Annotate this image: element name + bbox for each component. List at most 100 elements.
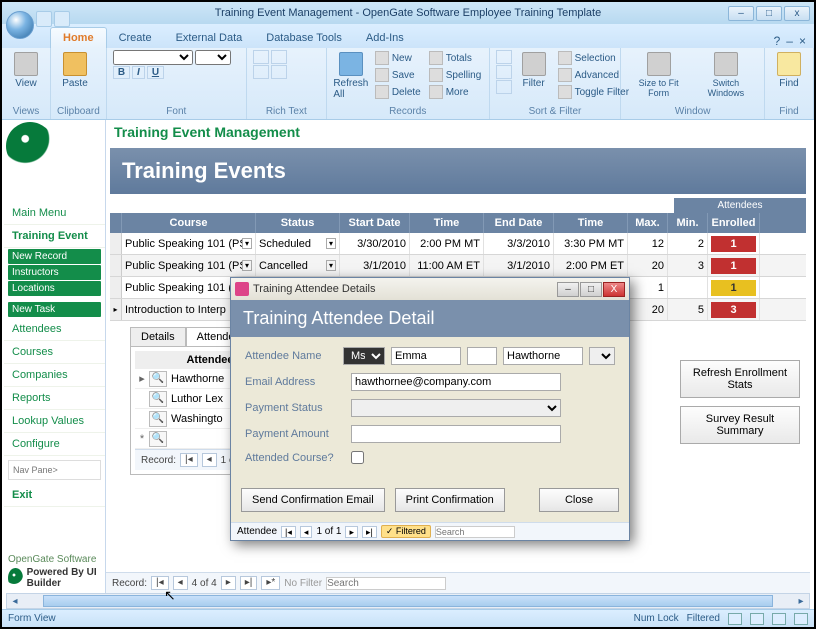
no-filter-indicator[interactable]: No Filter (284, 578, 322, 589)
italic-button[interactable]: I (132, 66, 145, 79)
numbering-icon[interactable] (271, 50, 287, 64)
nav-companies[interactable]: Companies (4, 364, 105, 387)
office-orb[interactable] (6, 11, 34, 39)
underline-button[interactable]: U (147, 66, 164, 79)
dialog-titlebar[interactable]: Training Attendee Details – □ X (231, 278, 629, 300)
font-size-select[interactable] (195, 50, 231, 65)
dropdown-icon[interactable]: ▾ (242, 238, 252, 249)
inner-close-icon[interactable]: × (799, 34, 806, 48)
subform-tab-details[interactable]: Details (130, 327, 186, 346)
filter-button[interactable]: Filter (516, 50, 552, 91)
more-button[interactable]: More (427, 84, 484, 100)
save-record-button[interactable]: Save (373, 67, 423, 83)
row-selector[interactable] (110, 277, 122, 298)
nav-training-event[interactable]: Training Event (4, 225, 105, 248)
ribbon-tab-addins[interactable]: Add-Ins (354, 28, 416, 48)
font-family-select[interactable] (113, 50, 193, 65)
row-selector[interactable] (110, 255, 122, 276)
table-row[interactable]: Public Speaking 101 (PS1▾ Cancelled▾ 3/1… (110, 255, 806, 277)
print-confirmation-button[interactable]: Print Confirmation (395, 488, 505, 512)
nav-action-locations[interactable]: Locations (8, 281, 101, 296)
send-confirmation-button[interactable]: Send Confirmation Email (241, 488, 385, 512)
record-search-input[interactable] (326, 577, 446, 590)
nav-reports[interactable]: Reports (4, 387, 105, 410)
dropdown-icon[interactable]: ▾ (326, 238, 336, 249)
sort-asc-icon[interactable] (496, 50, 512, 64)
row-selector[interactable]: ▸ (110, 299, 122, 320)
ribbon-tab-create[interactable]: Create (107, 28, 164, 48)
ribbon-minimize-icon[interactable]: – (786, 34, 793, 48)
view-button[interactable]: View (8, 50, 44, 91)
dropdown-icon[interactable]: ▾ (326, 260, 336, 271)
help-icon[interactable]: ? (774, 34, 781, 48)
indent-icon[interactable] (271, 65, 287, 79)
new-record-button[interactable]: New (373, 50, 423, 66)
view-shortcut-design-icon[interactable] (794, 613, 808, 625)
spelling-button[interactable]: Spelling (427, 67, 484, 83)
dialog-minimize-button[interactable]: – (557, 282, 579, 297)
payment-amount-input[interactable] (351, 425, 561, 443)
dlgnav-last[interactable]: ▸| (362, 526, 377, 538)
dialog-search-input[interactable] (435, 526, 515, 538)
scroll-right-icon[interactable]: ▸ (793, 594, 809, 608)
subnav-first[interactable]: |◂ (180, 453, 198, 467)
qat-undo-icon[interactable] (54, 11, 70, 27)
dialog-close-x-button[interactable]: X (603, 282, 625, 297)
dlgnav-prev[interactable]: ◂ (300, 526, 313, 538)
scroll-thumb[interactable] (43, 595, 773, 607)
dlgnav-next[interactable]: ▸ (345, 526, 358, 538)
nav-new[interactable]: ▸* (261, 576, 280, 590)
last-name-input[interactable] (503, 347, 583, 365)
dialog-maximize-button[interactable]: □ (580, 282, 602, 297)
qat-save-icon[interactable] (36, 11, 52, 27)
payment-status-select[interactable] (351, 399, 561, 417)
ribbon-tab-externaldata[interactable]: External Data (164, 28, 255, 48)
nav-next[interactable]: ▸ (221, 576, 236, 590)
window-close-button[interactable]: x (784, 6, 810, 21)
lookup-icon[interactable]: 🔍 (149, 371, 167, 387)
window-maximize-button[interactable]: □ (756, 6, 782, 21)
selection-button[interactable]: Selection (556, 50, 631, 66)
attended-checkbox[interactable] (351, 451, 364, 464)
paste-button[interactable]: Paste (57, 50, 93, 91)
lookup-icon[interactable]: 🔍 (149, 411, 167, 427)
bold-button[interactable]: B (113, 66, 130, 79)
refresh-enrollment-button[interactable]: Refresh Enrollment Stats (680, 360, 800, 398)
nav-exit[interactable]: Exit (4, 484, 105, 507)
dialog-close-button[interactable]: Close (539, 488, 619, 512)
table-row[interactable]: Public Speaking 101 (PS1▾ Scheduled▾ 3/3… (110, 233, 806, 255)
lookup-icon[interactable]: 🔍 (149, 391, 167, 407)
nav-last[interactable]: ▸| (240, 576, 258, 590)
nav-pane-toggle[interactable]: Nav Pane> (8, 460, 101, 480)
lookup-icon[interactable]: 🔍 (149, 431, 167, 447)
ribbon-tab-databasetools[interactable]: Database Tools (254, 28, 354, 48)
subnav-prev[interactable]: ◂ (202, 453, 217, 467)
nav-main-menu[interactable]: Main Menu (4, 202, 105, 225)
nav-courses[interactable]: Courses (4, 341, 105, 364)
sort-desc-icon[interactable] (496, 65, 512, 79)
email-input[interactable] (351, 373, 561, 391)
window-minimize-button[interactable]: – (728, 6, 754, 21)
bullets-icon[interactable] (253, 50, 269, 64)
middle-name-input[interactable] (467, 347, 497, 365)
nav-configure[interactable]: Configure (4, 433, 105, 456)
advanced-button[interactable]: Advanced (556, 67, 631, 83)
prefix-select[interactable]: Ms. (343, 347, 385, 365)
toggle-filter-button[interactable]: Toggle Filter (556, 84, 631, 100)
nav-action-new-task[interactable]: New Task (8, 302, 101, 317)
horizontal-scrollbar[interactable]: ◂ ▸ (6, 593, 810, 609)
view-shortcut-datasheet-icon[interactable] (750, 613, 764, 625)
totals-button[interactable]: Totals (427, 50, 484, 66)
dlgnav-first[interactable]: |◂ (281, 526, 296, 538)
view-shortcut-layout-icon[interactable] (772, 613, 786, 625)
nav-action-new-record[interactable]: New Record (8, 249, 101, 264)
nav-lookup-values[interactable]: Lookup Values (4, 410, 105, 433)
size-to-fit-button[interactable]: Size to Fit Form (627, 50, 689, 100)
refresh-all-button[interactable]: Refresh All (333, 50, 369, 102)
filtered-indicator[interactable]: ✓ Filtered (381, 525, 431, 538)
scroll-left-icon[interactable]: ◂ (7, 594, 23, 608)
nav-attendees[interactable]: Attendees (4, 318, 105, 341)
view-shortcut-form-icon[interactable] (728, 613, 742, 625)
suffix-select[interactable] (589, 347, 615, 365)
survey-summary-button[interactable]: Survey Result Summary (680, 406, 800, 444)
